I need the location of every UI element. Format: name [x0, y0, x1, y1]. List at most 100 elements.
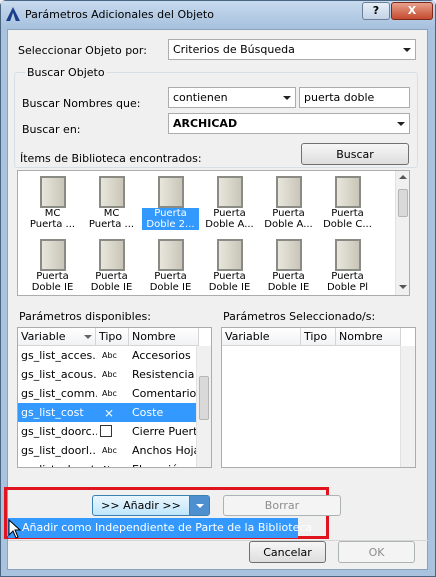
library-item-label: Puerta Doble IE	[90, 271, 133, 293]
select-by-dropdown[interactable]: Criterios de Búsqueda	[168, 39, 416, 60]
library-item-label: Puerta Doble A...	[205, 208, 254, 230]
scroll-thumb[interactable]	[199, 376, 209, 420]
nombre-cell: Accesorios	[132, 349, 191, 362]
condition-dropdown[interactable]: contienen	[168, 87, 296, 108]
library-item[interactable]: Puerta Doble IE	[83, 239, 140, 293]
scroll-down-icon[interactable]	[399, 285, 407, 289]
library-scrollbar[interactable]	[395, 171, 409, 295]
scroll-thumb[interactable]	[398, 189, 408, 217]
nombre-cell: Resistencia A	[132, 368, 196, 381]
chevron-down-icon	[403, 48, 411, 52]
library-item-label: Puerta Doble A...	[264, 208, 313, 230]
available-params-table[interactable]: Variable Tipo Nombre gs_list_acces... Abc…	[17, 327, 212, 468]
available-params-label: Parámetros disponibles:	[19, 310, 151, 323]
selected-params-table[interactable]: Variable Tipo Nombre	[221, 327, 416, 468]
library-item[interactable]: Puerta Doble IE	[260, 239, 317, 293]
library-item-label: Puerta Doble Pl	[326, 271, 369, 293]
variable-cell: gs_list_elevat...	[21, 463, 97, 467]
nombre-cell: Comentarios	[132, 387, 196, 400]
door-icon	[39, 239, 66, 271]
add-button[interactable]: >> Añadir >>	[93, 496, 189, 515]
type-abc: Abc	[102, 370, 117, 379]
params-scrollbar[interactable]	[196, 346, 211, 467]
search-group-label: Buscar Objeto	[25, 66, 107, 79]
selected-params-label: Parámetros Seleccionado/s:	[223, 310, 376, 323]
title-bar[interactable]: Parámetros Adicionales del Objeto ? X	[1, 1, 435, 29]
select-by-value: Criterios de Búsqueda	[173, 43, 295, 56]
col-nombre[interactable]: Nombre	[129, 328, 199, 346]
door-icon	[216, 239, 243, 271]
library-item-label: Puerta Doble IE	[31, 271, 74, 293]
door-icon	[334, 239, 361, 271]
door-icon	[98, 176, 125, 208]
library-item[interactable]: Puerta Doble A...	[201, 176, 258, 230]
library-item[interactable]: Puerta Doble IE	[24, 239, 81, 293]
variable-cell: gs_list_acous...	[21, 368, 97, 381]
select-by-label: Seleccionar Objeto por:	[18, 44, 147, 57]
table-row[interactable]: gs_list_doorc... Cierre Puerta	[18, 422, 196, 441]
condition-value: contienen	[173, 91, 228, 104]
table-row[interactable]: gs_list_acces... Abc Accesorios	[18, 346, 196, 365]
ok-button[interactable]: OK	[338, 541, 415, 563]
search-in-label: Buscar en:	[22, 123, 81, 136]
col-variable[interactable]: Variable	[222, 328, 301, 346]
library-item-label: MC Puerta ...	[29, 208, 76, 230]
library-item-label: MC Puerta ...	[88, 208, 135, 230]
door-icon	[157, 176, 184, 208]
door-icon	[275, 176, 302, 208]
library-item[interactable]: Puerta Doble 2...	[142, 176, 199, 230]
library-item-label: Puerta Doble C...	[323, 208, 372, 230]
variable-cell: gs_list_doorl...	[21, 444, 97, 457]
search-in-dropdown[interactable]: ARCHICAD	[168, 113, 410, 134]
library-item-label: Puerta Doble IE	[149, 271, 192, 293]
type-abc: Abc	[102, 389, 117, 398]
close-button[interactable]: X	[391, 2, 433, 20]
search-text-input[interactable]: puerta doble	[299, 87, 410, 108]
add-dropdown-toggle[interactable]	[189, 496, 209, 515]
library-item[interactable]: Puerta Doble IE	[201, 239, 258, 293]
remove-button[interactable]: Borrar	[223, 495, 341, 516]
add-split-button[interactable]: >> Añadir >>	[92, 495, 210, 516]
col-nombre[interactable]: Nombre	[336, 328, 401, 346]
nombre-cell: Elevación	[132, 463, 196, 467]
variable-cell: gs_list_cost	[21, 406, 84, 419]
chevron-down-icon	[397, 122, 405, 126]
nombre-cell: Coste	[132, 406, 164, 419]
selected-scrollbar[interactable]	[400, 346, 415, 467]
search-in-value: ARCHICAD	[173, 117, 238, 130]
table-row[interactable]: gs_list_elevat... Abc Elevación	[18, 460, 196, 467]
library-item[interactable]: Puerta Doble IE	[142, 239, 199, 293]
chevron-down-icon	[283, 96, 291, 100]
library-item[interactable]: MC Puerta ...	[24, 176, 81, 230]
help-button[interactable]: ?	[362, 2, 390, 20]
library-item[interactable]: Puerta Doble C...	[319, 176, 376, 230]
library-item[interactable]: Puerta Doble Pl	[319, 239, 376, 293]
mouse-cursor-icon	[8, 519, 22, 539]
add-independent-menu-item[interactable]: Añadir como Independiente de Parte de la…	[8, 518, 312, 538]
col-tipo[interactable]: Tipo	[301, 328, 336, 346]
door-icon	[275, 239, 302, 271]
table-row[interactable]: gs_list_comm... Abc Comentarios	[18, 384, 196, 403]
library-item-label: Puerta Doble 2...	[142, 208, 199, 230]
search-names-label: Buscar Nombres que:	[22, 97, 141, 110]
library-items-list[interactable]: MC Puerta ... MC Puerta ... Puerta Doble 2...…	[17, 170, 410, 296]
library-item-label: Puerta Doble IE	[267, 271, 310, 293]
table-row[interactable]: gs_list_cost ⨯ Coste	[18, 403, 196, 422]
variable-cell: gs_list_doorc...	[21, 425, 97, 438]
results-label: Ítems de Biblioteca encontrados:	[20, 152, 202, 165]
table-row[interactable]: gs_list_doorl... Abc Anchos Hoja	[18, 441, 196, 460]
door-icon	[98, 239, 125, 271]
sort-icon	[84, 335, 92, 339]
nombre-cell: Cierre Puerta	[132, 425, 196, 438]
library-item[interactable]: MC Puerta ...	[83, 176, 140, 230]
door-icon	[157, 239, 184, 271]
search-button[interactable]: Buscar	[301, 143, 409, 165]
door-icon	[216, 176, 243, 208]
scroll-up-icon[interactable]	[399, 175, 407, 179]
cancel-button[interactable]: Cancelar	[249, 541, 326, 563]
type-abc: Abc	[102, 446, 117, 455]
col-tipo[interactable]: Tipo	[96, 328, 129, 346]
table-row[interactable]: gs_list_acous... Abc Resistencia A	[18, 365, 196, 384]
type-abc: Abc	[102, 351, 117, 360]
library-item[interactable]: Puerta Doble A...	[260, 176, 317, 230]
